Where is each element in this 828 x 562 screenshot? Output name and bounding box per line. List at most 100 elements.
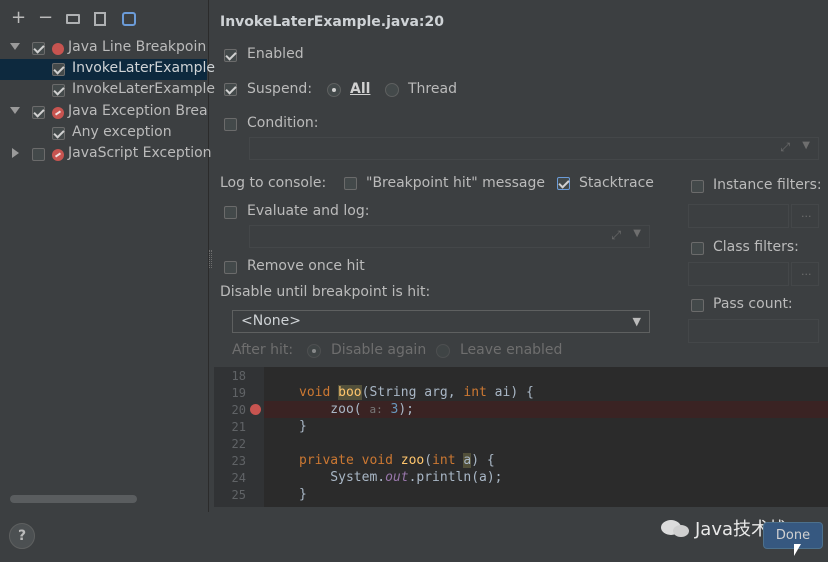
ellipsis-label: ...	[801, 265, 812, 278]
remove-icon[interactable]: −	[38, 9, 53, 27]
group-by-class-icon[interactable]	[122, 12, 136, 26]
tree-item-label: Java Exception Brea	[68, 103, 208, 119]
tree-item-invokelater[interactable]: InvokeLaterExample	[0, 80, 215, 101]
expand-editor-icon[interactable]: ⤢	[780, 140, 790, 155]
code-line-23: private void zoo(int a) {	[299, 453, 495, 468]
line-number: 18	[231, 369, 246, 383]
help-button[interactable]: ?	[9, 523, 35, 549]
line-number: 25	[231, 488, 246, 502]
add-icon[interactable]: +	[11, 9, 26, 27]
log-to-console-label: Log to console:	[220, 175, 327, 191]
line-number: 20	[231, 403, 246, 417]
tree-item-java-line-breakpoints[interactable]: Java Line Breakpoin	[0, 38, 207, 59]
tree-item-java-exception-breakpoints[interactable]: Java Exception Brea	[0, 102, 208, 123]
disable-again-radio[interactable]	[307, 344, 321, 358]
suspend-thread-radio[interactable]	[385, 83, 399, 97]
chevron-down-icon: ▼	[632, 315, 641, 328]
ellipsis-label: ...	[801, 207, 812, 220]
tree-item-label: InvokeLaterExample	[72, 81, 216, 97]
disable-until-label: Disable until breakpoint is hit:	[220, 284, 431, 300]
tree-item-any-exception[interactable]: Any exception	[0, 123, 207, 144]
line-number: 19	[231, 386, 246, 400]
code-preview: 18 19 20 21 22 23 24 25 void boo(String …	[214, 367, 828, 507]
suspend-label: Suspend:	[247, 81, 313, 97]
group-by-file-icon[interactable]	[94, 12, 106, 26]
suspend-all-radio[interactable]	[327, 83, 341, 97]
disable-until-select-value: <None>	[241, 313, 301, 329]
expand-editor-icon[interactable]: ⤢	[611, 228, 621, 243]
disable-until-select[interactable]: <None> ▼	[232, 310, 650, 333]
instance-filters-checkbox[interactable]	[691, 180, 704, 193]
line-breakpoint-icon	[52, 43, 64, 55]
class-filters-field[interactable]	[688, 262, 789, 286]
condition-checkbox[interactable]	[224, 118, 237, 131]
suspend-all-label: All	[350, 81, 371, 97]
class-filters-checkbox[interactable]	[691, 242, 704, 255]
condition-label: Condition:	[247, 115, 319, 131]
code-line-25: }	[299, 487, 307, 502]
tree-item-javascript-exception[interactable]: JavaScript Exception	[0, 144, 212, 165]
disable-again-label: Disable again	[331, 342, 427, 358]
suspend-checkbox[interactable]	[224, 83, 237, 96]
tree-horizontal-scrollbar[interactable]	[10, 495, 137, 503]
pass-count-label: Pass count:	[713, 296, 793, 312]
remove-once-hit-checkbox[interactable]	[224, 261, 237, 274]
instance-filters-browse-button[interactable]: ...	[791, 204, 819, 228]
breakpoint-hit-message-checkbox[interactable]	[344, 177, 357, 190]
wechat-icon	[673, 525, 689, 537]
instance-filters-field[interactable]	[688, 204, 789, 228]
done-button[interactable]: Done	[763, 522, 823, 549]
evaluate-and-log-label: Evaluate and log:	[247, 203, 370, 219]
evaluate-and-log-field[interactable]: ⤢ ▼	[249, 225, 650, 248]
breakpoint-hit-message-label: "Breakpoint hit" message	[366, 175, 546, 191]
code-line-21: }	[299, 419, 307, 434]
enabled-label: Enabled	[247, 46, 304, 62]
class-filters-browse-button[interactable]: ...	[791, 262, 819, 286]
enabled-checkbox[interactable]	[224, 49, 237, 62]
collapse-arrow-icon[interactable]	[12, 148, 19, 158]
tree-item-label: InvokeLaterExample	[72, 60, 216, 76]
splitter-handle[interactable]	[209, 250, 212, 268]
tree-item-invokelater-selected[interactable]: InvokeLaterExample	[0, 59, 215, 80]
breakpoints-tree-pane: + − Java Line Breakpoin InvokeLaterExamp…	[0, 0, 215, 512]
tree-item-checkbox[interactable]	[32, 148, 45, 161]
line-number: 23	[231, 454, 246, 468]
tree-item-checkbox[interactable]	[32, 42, 45, 55]
stacktrace-checkbox[interactable]	[557, 177, 570, 190]
exception-breakpoint-icon	[52, 149, 64, 161]
breakpoint-gutter-icon[interactable]	[250, 404, 261, 415]
suspend-thread-label: Thread	[408, 81, 457, 97]
evaluate-and-log-checkbox[interactable]	[224, 206, 237, 219]
condition-field[interactable]: ⤢ ▼	[249, 137, 819, 160]
tree-item-checkbox[interactable]	[52, 127, 65, 140]
mouse-cursor-icon	[794, 544, 801, 556]
instance-filters-label: Instance filters:	[713, 177, 822, 193]
after-hit-label: After hit:	[232, 342, 294, 358]
line-number: 24	[231, 471, 246, 485]
tree-item-label: JavaScript Exception	[68, 145, 212, 161]
remove-once-hit-label: Remove once hit	[247, 258, 365, 274]
code-line-20: zoo( a: 3);	[299, 402, 415, 417]
history-dropdown-icon[interactable]: ▼	[802, 140, 810, 151]
exception-breakpoint-icon	[52, 107, 64, 119]
breakpoint-title: InvokeLaterExample.java:20	[220, 14, 444, 30]
expand-arrow-icon[interactable]	[10, 107, 20, 114]
code-line-19: void boo(String arg, int ai) {	[299, 385, 534, 400]
tree-item-checkbox[interactable]	[32, 106, 45, 119]
line-number: 22	[231, 437, 246, 451]
line-number: 21	[231, 420, 246, 434]
tree-item-label: Any exception	[72, 124, 172, 140]
leave-enabled-radio[interactable]	[436, 344, 450, 358]
expand-arrow-icon[interactable]	[10, 43, 20, 50]
folder-icon[interactable]	[66, 14, 80, 24]
pass-count-checkbox[interactable]	[691, 299, 704, 312]
code-line-24: System.out.println(a);	[299, 470, 503, 485]
stacktrace-label: Stacktrace	[579, 175, 654, 191]
tree-item-checkbox[interactable]	[52, 63, 65, 76]
tree-item-label: Java Line Breakpoin	[68, 39, 207, 55]
leave-enabled-label: Leave enabled	[460, 342, 563, 358]
history-dropdown-icon[interactable]: ▼	[633, 228, 641, 239]
pass-count-field[interactable]	[688, 319, 819, 343]
class-filters-label: Class filters:	[713, 239, 799, 255]
tree-item-checkbox[interactable]	[52, 84, 65, 97]
